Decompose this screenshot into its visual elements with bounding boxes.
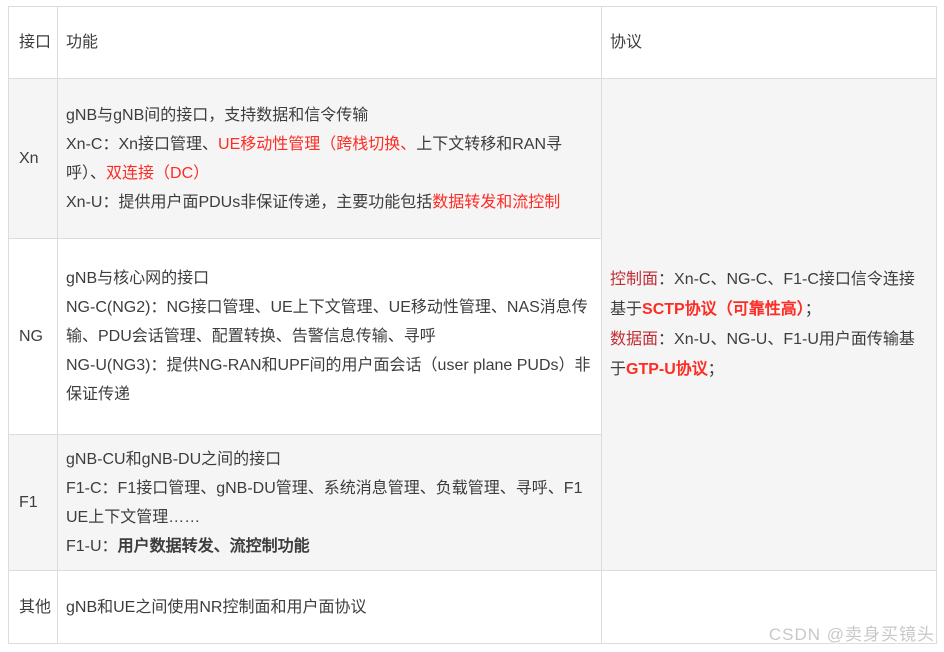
function-cell-f1: gNB-CU和gNB-DU之间的接口 F1-C：F1接口管理、gNB-DU管理、系… [57, 434, 602, 571]
paragraph: F1-U：用户数据转发、流控制功能 [66, 532, 591, 561]
paragraph: Xn-U：提供用户面PDUs非保证传递，主要功能包括数据转发和流控制 [66, 188, 591, 217]
text-segment: gNB与gNB间的接口，支持数据和信令传输 [66, 106, 369, 124]
table-row-xn: Xn gNB与gNB间的接口，支持数据和信令传输 Xn-C：Xn接口管理、UE移动… [8, 78, 937, 571]
header-function: 功能 [57, 6, 602, 79]
function-cell-xn: gNB与gNB间的接口，支持数据和信令传输 Xn-C：Xn接口管理、UE移动性管理… [57, 78, 602, 239]
interface-cell-ng: NG [8, 238, 58, 435]
text-segment: gNB和UE之间使用NR控制面和用户面协议 [66, 598, 367, 616]
paragraph: gNB与gNB间的接口，支持数据和信令传输 [66, 101, 591, 130]
paragraph: NG-U(NG3)：提供NG-RAN和UPF间的用户面会话（user plane… [66, 351, 591, 409]
paragraph: 数据面：Xn-U、NG-U、F1-U用户面传输基于GTP-U协议； [610, 325, 928, 385]
paragraph: gNB与核心网的接口 [66, 264, 591, 293]
interface-cell-other: 其他 [8, 570, 58, 644]
text-segment: 数据转发和流控制 [432, 193, 561, 211]
text-segment: gNB-CU和gNB-DU之间的接口 [66, 450, 282, 468]
text-segment: Xn-C：Xn接口管理、 [66, 135, 219, 153]
interface-cell-xn: Xn [8, 78, 58, 239]
header-row: 接口 功能 协议 [8, 6, 937, 79]
text-segment: 控制面 [610, 270, 659, 288]
paragraph: gNB-CU和gNB-DU之间的接口 [66, 445, 591, 474]
text-segment: Xn-U：提供用户面PDUs非保证传递，主要功能包括 [66, 193, 433, 211]
text-segment: ； [707, 360, 724, 378]
function-cell-ng: gNB与核心网的接口 NG-C(NG2)：NG接口管理、UE上下文管理、UE移动性… [57, 238, 602, 435]
text-segment: NG-C(NG2)：NG接口管理、UE上下文管理、UE移动性管理、NAS消息传输… [66, 299, 588, 345]
interface-cell-f1: F1 [8, 434, 58, 571]
function-cell-other: gNB和UE之间使用NR控制面和用户面协议 [57, 570, 602, 644]
text-segment: gNB与核心网的接口 [66, 270, 210, 287]
paragraph: Xn-C：Xn接口管理、UE移动性管理（跨栈切换、上下文转移和RAN寻呼）、双连… [66, 130, 591, 188]
paragraph: gNB和UE之间使用NR控制面和用户面协议 [66, 593, 591, 622]
text-segment: F1-C：F1接口管理、gNB-DU管理、系统消息管理、负载管理、寻呼、F1 U… [66, 479, 583, 526]
interface-protocol-table: 接口 功能 协议 Xn gNB与gNB间的接口，支持数据和信令传输 Xn-C：Xn… [8, 6, 937, 644]
paragraph: 控制面：Xn-C、NG-C、F1-C接口信令连接基于SCTP协议（可靠性高）； [610, 265, 928, 325]
protocol-cell: 控制面：Xn-C、NG-C、F1-C接口信令连接基于SCTP协议（可靠性高）；数… [601, 78, 937, 571]
text-segment: SCTP协议（可靠性高） [642, 300, 805, 318]
text-segment: 用户数据转发、流控制功能 [117, 537, 310, 555]
header-protocol: 协议 [601, 6, 937, 79]
text-segment: 数据面 [610, 330, 659, 348]
text-segment: GTP-U协议 [626, 360, 708, 378]
paragraph: F1-C：F1接口管理、gNB-DU管理、系统消息管理、负载管理、寻呼、F1 U… [66, 474, 591, 532]
text-segment: UE移动性管理（跨栈切换、 [218, 135, 417, 153]
csdn-watermark: CSDN @卖身买镜头 [768, 625, 935, 644]
text-segment: ； [804, 300, 821, 318]
paragraph: NG-C(NG2)：NG接口管理、UE上下文管理、UE移动性管理、NAS消息传输… [66, 293, 591, 351]
text-segment: F1-U： [66, 537, 118, 555]
header-interface: 接口 [8, 6, 58, 79]
text-segment: NG-U(NG3)：提供NG-RAN和UPF间的用户面会话（user plane… [66, 357, 591, 403]
text-segment: 双连接（DC） [106, 164, 210, 182]
